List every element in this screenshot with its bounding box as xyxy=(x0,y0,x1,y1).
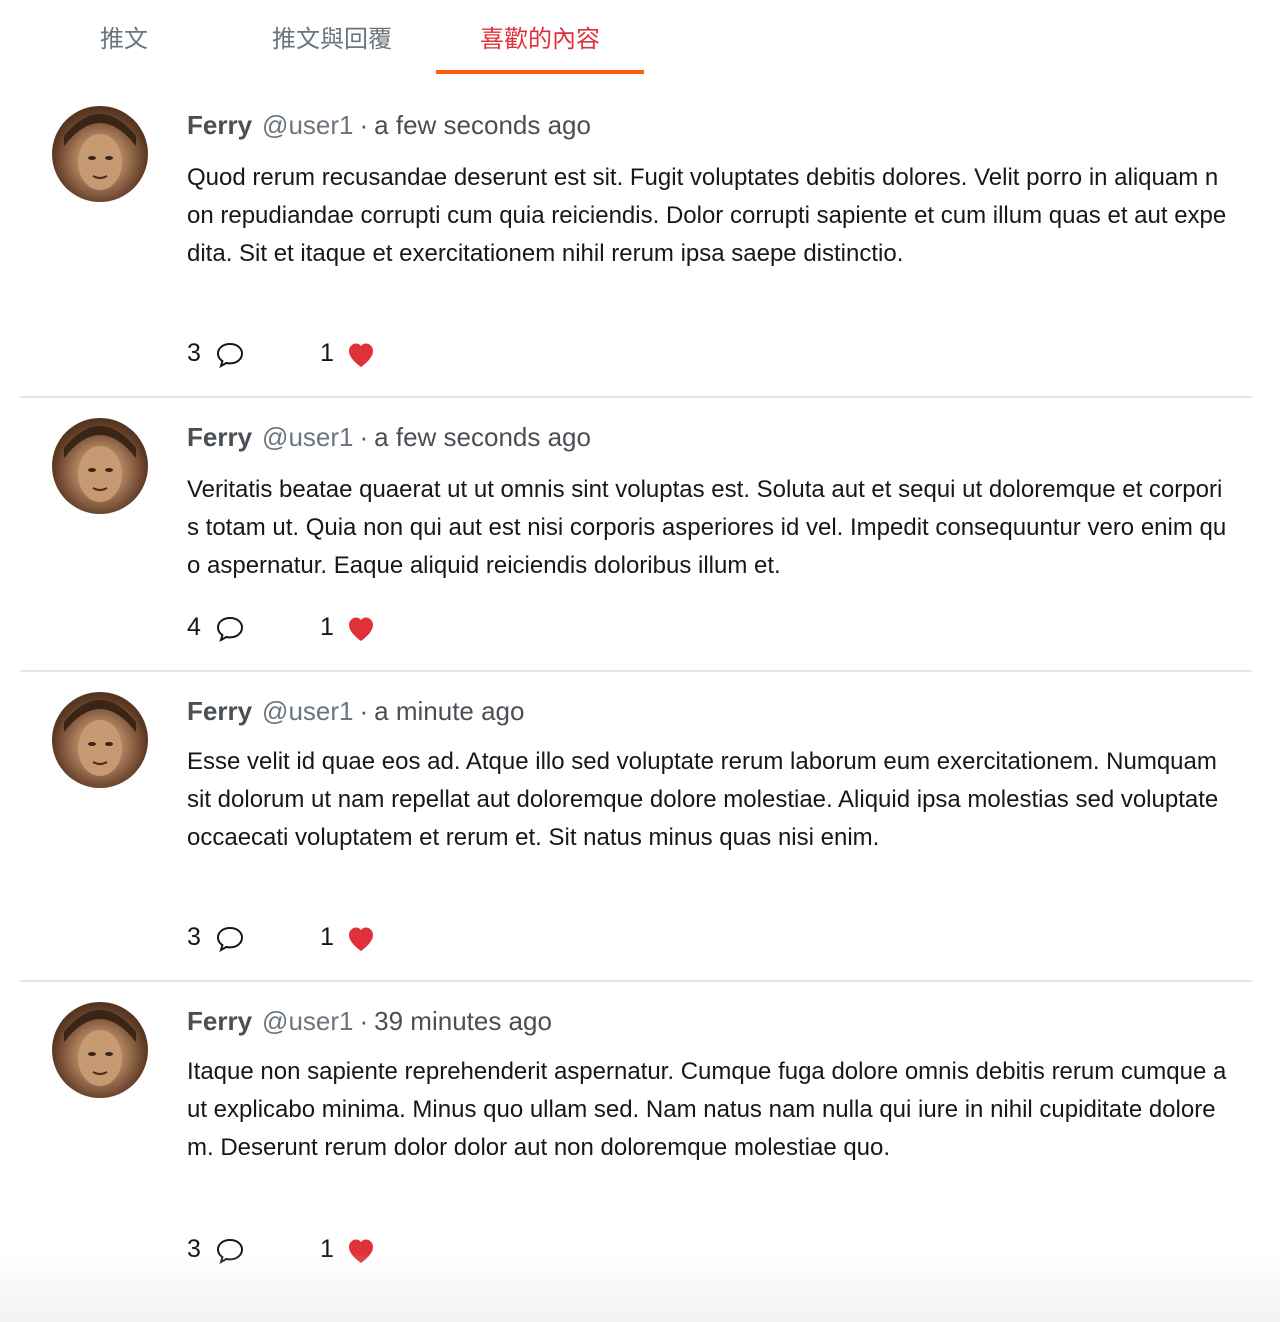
tweet-card[interactable]: Ferry @user1 · 39 minutes ago Itaque non sa… xyxy=(20,982,1252,1302)
tab-likes-label: 喜歡的內容 xyxy=(480,25,600,53)
profile-tabs: 推文 推文與回覆 喜歡的內容 xyxy=(0,0,1280,74)
tab-tweets[interactable]: 推文 xyxy=(20,0,228,74)
reply-count: 3 xyxy=(187,923,201,951)
avatar[interactable] xyxy=(52,106,148,202)
meta-separator: · xyxy=(359,422,369,452)
reply-icon[interactable] xyxy=(215,925,245,953)
author-name[interactable]: Ferry xyxy=(187,422,252,452)
tweet-card[interactable]: Ferry @user1 · a few seconds ago Veritatis … xyxy=(20,398,1252,672)
author-handle[interactable]: @user1 xyxy=(262,422,353,452)
tweet-content: Veritatis beatae quaerat ut ut omnis sin… xyxy=(187,476,1227,579)
author-handle[interactable]: @user1 xyxy=(262,1006,353,1036)
tweet-content: Quod rerum recusandae deserunt est sit. … xyxy=(187,164,1227,267)
author-handle[interactable]: @user1 xyxy=(262,696,353,726)
reply-icon[interactable] xyxy=(215,1237,245,1265)
like-count: 1 xyxy=(320,339,334,367)
author-handle[interactable]: @user1 xyxy=(262,110,353,140)
tweet-timestamp: a minute ago xyxy=(374,696,525,726)
active-tab-underline xyxy=(436,70,644,74)
tweet-header: Ferry @user1 · a minute ago xyxy=(187,696,524,726)
avatar[interactable] xyxy=(52,692,148,788)
tab-likes[interactable]: 喜歡的內容 xyxy=(436,0,644,74)
tweet-card[interactable]: Ferry @user1 · a few seconds ago Quod rerum… xyxy=(20,86,1252,398)
reply-icon[interactable] xyxy=(215,341,245,369)
reply-count: 3 xyxy=(187,1235,201,1263)
author-name[interactable]: Ferry xyxy=(187,1006,252,1036)
heart-icon[interactable] xyxy=(346,925,376,953)
like-count: 1 xyxy=(320,1235,334,1263)
reply-count: 3 xyxy=(187,339,201,367)
tweet-timestamp: a few seconds ago xyxy=(374,422,591,452)
avatar[interactable] xyxy=(52,418,148,514)
author-name[interactable]: Ferry xyxy=(187,110,252,140)
reply-icon[interactable] xyxy=(215,615,245,643)
tweet-content: Itaque non sapiente reprehenderit aspern… xyxy=(187,1058,1227,1161)
like-count: 1 xyxy=(320,923,334,951)
meta-separator: · xyxy=(359,696,369,726)
tweet-header: Ferry @user1 · a few seconds ago xyxy=(187,110,591,140)
tweet-content: Esse velit id quae eos ad. Atque illo se… xyxy=(187,748,1219,851)
heart-icon[interactable] xyxy=(346,1237,376,1265)
tweet-header: Ferry @user1 · a few seconds ago xyxy=(187,422,591,452)
heart-icon[interactable] xyxy=(346,615,376,643)
tweet-card[interactable]: Ferry @user1 · a minute ago Esse velit id q… xyxy=(20,672,1252,982)
meta-separator: · xyxy=(359,110,369,140)
author-name[interactable]: Ferry xyxy=(187,696,252,726)
meta-separator: · xyxy=(359,1006,369,1036)
avatar[interactable] xyxy=(52,1002,148,1098)
tab-tweets-and-replies[interactable]: 推文與回覆 xyxy=(228,0,436,74)
tweet-timestamp: a few seconds ago xyxy=(374,110,591,140)
tweet-timestamp: 39 minutes ago xyxy=(374,1006,552,1036)
like-count: 1 xyxy=(320,613,334,641)
reply-count: 4 xyxy=(187,613,201,641)
tweet-header: Ferry @user1 · 39 minutes ago xyxy=(187,1006,552,1036)
heart-icon[interactable] xyxy=(346,341,376,369)
